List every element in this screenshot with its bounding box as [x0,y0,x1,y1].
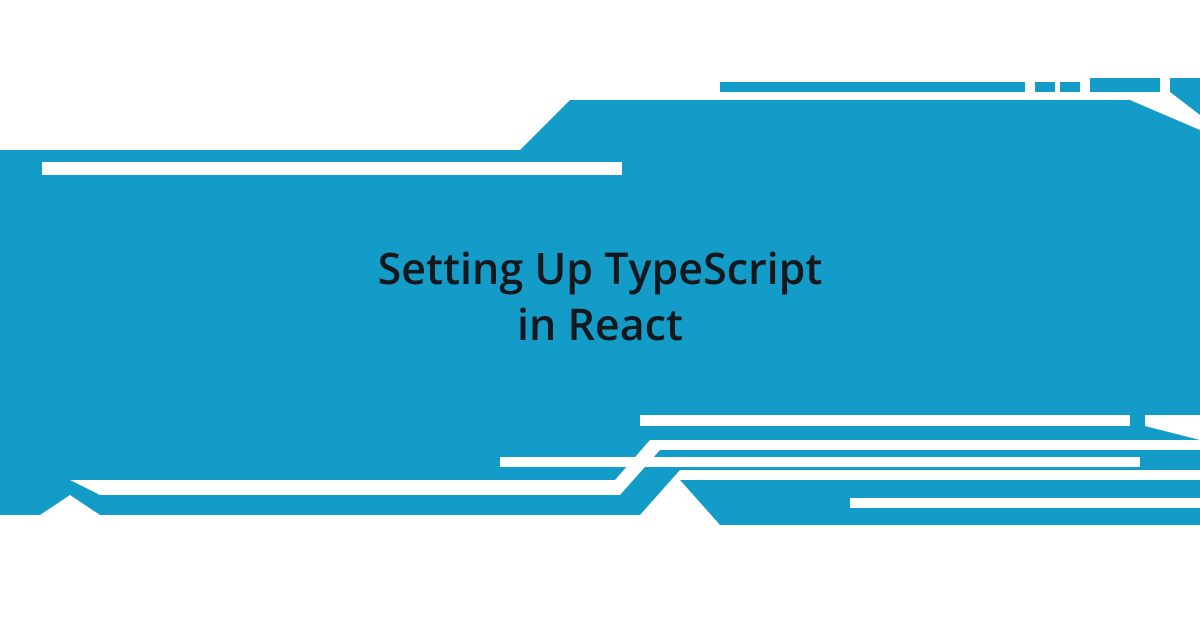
title-line-2: in React [517,294,683,353]
page-title: Setting Up TypeScript in React [0,240,1200,352]
title-line-1: Setting Up TypeScript [378,238,823,297]
